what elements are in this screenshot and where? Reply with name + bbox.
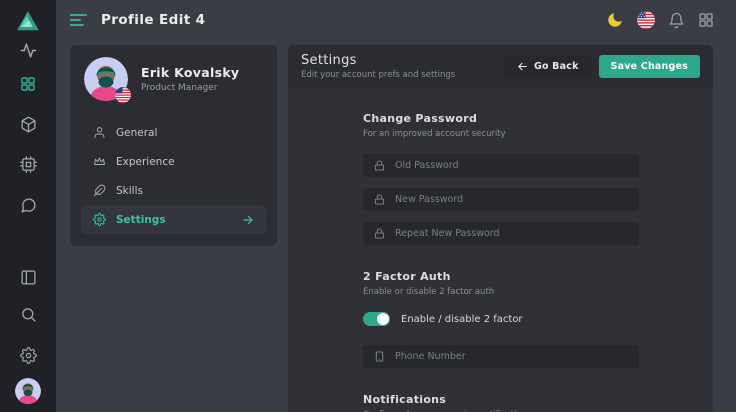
two-factor-title: 2 Factor Auth [363,270,713,283]
profile-name: Erik Kovalsky [141,65,239,80]
old-password-field[interactable] [363,154,639,177]
columns-icon [20,269,37,286]
toggle-knob [377,313,389,325]
notifications-bell-icon[interactable] [668,12,685,29]
notifications-title: Notifications [363,393,713,406]
profile-header: Erik Kovalsky Product Manager [70,45,277,101]
phone-number-input[interactable] [395,351,628,362]
save-changes-button[interactable]: Save Changes [599,55,700,78]
phone-field-wrap [363,345,639,368]
topbar: Profile Edit 4 [56,0,736,40]
two-factor-toggle-label: Enable / disable 2 factor [401,314,523,325]
sidebar-item-search[interactable] [0,306,56,323]
language-us-flag-icon[interactable] [637,11,655,29]
sidebar-user-avatar[interactable] [0,378,56,404]
repeat-password-field[interactable] [363,222,639,245]
header-buttons: Go Back Save Changes [505,55,700,78]
sidebar-item-settings[interactable] [0,347,56,364]
password-fields [363,154,639,245]
nav-item-general[interactable]: General [70,118,277,147]
change-password-subtitle: For an improved account security [363,129,713,139]
app-logo[interactable] [0,8,56,34]
sidebar-item-activity[interactable] [0,42,56,59]
sidebar [0,0,56,412]
repeat-password-input[interactable] [395,228,628,239]
nav-item-experience[interactable]: Experience [70,147,277,176]
cpu-icon [20,156,37,173]
nav-item-label: General [116,127,157,139]
lock-icon [374,228,385,239]
profile-names: Erik Kovalsky Product Manager [141,65,239,93]
arrow-right-icon [242,214,254,226]
old-password-input[interactable] [395,160,628,171]
feather-icon [93,184,106,197]
sidebar-item-products[interactable] [0,116,56,133]
settings-title: Settings [301,53,455,68]
profile-nav: General Experience Skills Settings [70,118,277,234]
save-changes-label: Save Changes [611,61,688,72]
menu-icon[interactable] [70,13,88,27]
topbar-actions [606,11,714,29]
new-password-field[interactable] [363,188,639,211]
two-factor-toggle[interactable] [363,312,390,326]
profile-card: Erik Kovalsky Product Manager General Ex… [70,45,277,246]
cube-icon [20,116,37,133]
phone-number-field[interactable] [363,345,639,368]
settings-panel-header: Settings Edit your account prefs and set… [288,45,713,88]
logo-triangle-icon [15,8,41,34]
apps-grid-icon[interactable] [698,12,714,28]
nav-item-label: Settings [116,214,166,226]
sidebar-item-messages[interactable] [0,197,56,214]
change-password-title: Change Password [363,112,713,125]
profile-role: Product Manager [141,83,239,93]
profile-avatar [84,57,128,101]
smartphone-icon [374,351,385,362]
sidebar-item-layout[interactable] [0,269,56,286]
settings-subtitle: Edit your account prefs and settings [301,70,455,80]
two-factor-subtitle: Enable or disable 2 factor auth [363,287,713,297]
grid-icon [20,76,36,92]
user-icon [93,126,106,139]
sidebar-item-dashboard[interactable] [0,76,56,92]
settings-heading: Settings Edit your account prefs and set… [301,53,455,80]
settings-panel: Settings Edit your account prefs and set… [288,45,713,412]
change-password-section: Change Password For an improved account … [363,112,713,245]
gear-icon [20,347,37,364]
two-factor-section: 2 Factor Auth Enable or disable 2 factor… [363,270,713,368]
settings-body: Change Password For an improved account … [288,88,713,412]
avatar [15,378,41,404]
crown-icon [93,155,106,168]
nav-item-label: Skills [116,185,143,197]
theme-toggle-moon-icon[interactable] [606,11,624,29]
lock-icon [374,194,385,205]
notifications-section: Notifications Configure how you receive … [363,393,713,412]
lock-icon [374,160,385,171]
nationality-us-flag-icon [115,87,131,103]
go-back-label: Go Back [534,61,579,72]
chat-bubble-icon [20,197,37,214]
go-back-button[interactable]: Go Back [505,55,591,78]
two-factor-toggle-row: Enable / disable 2 factor [363,312,639,326]
nav-item-label: Experience [116,156,175,168]
gear-icon [93,213,106,226]
sidebar-item-system[interactable] [0,156,56,173]
arrow-left-icon [517,61,528,72]
activity-icon [20,42,37,59]
new-password-input[interactable] [395,194,628,205]
nav-item-settings[interactable]: Settings [81,205,266,234]
search-icon [20,306,37,323]
page-title: Profile Edit 4 [101,12,205,28]
nav-item-skills[interactable]: Skills [70,176,277,205]
